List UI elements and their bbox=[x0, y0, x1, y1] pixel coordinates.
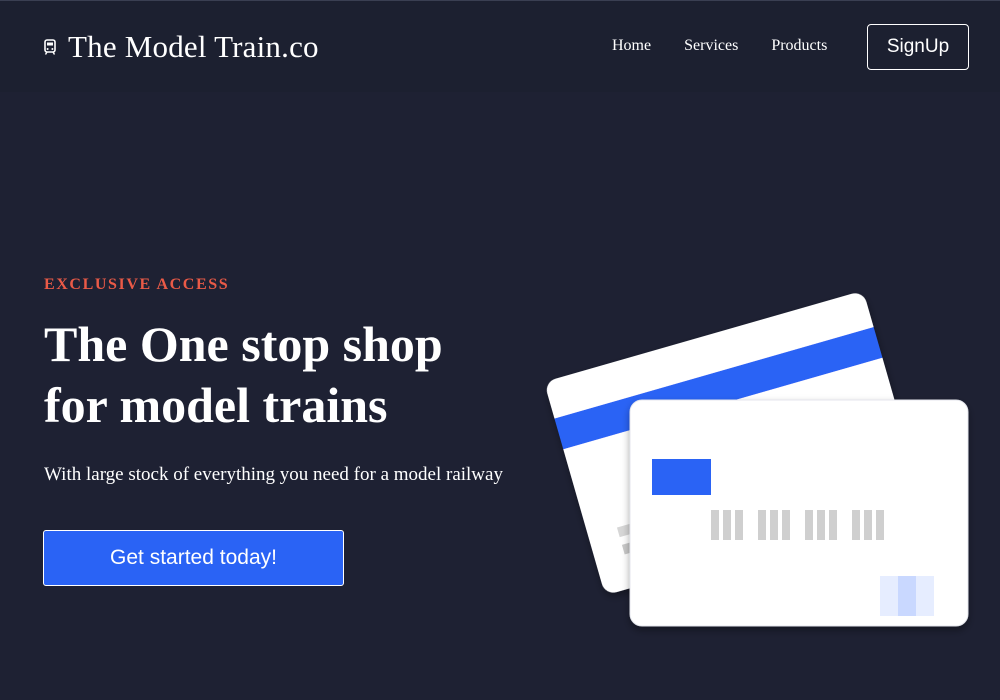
brand[interactable]: The Model Train.co bbox=[44, 29, 319, 65]
credit-cards-icon bbox=[546, 293, 969, 627]
top-navbar: The Model Train.co Home Services Product… bbox=[0, 0, 1000, 92]
hero-headline: The One stop shop for model trains bbox=[44, 316, 443, 433]
signup-button[interactable]: SignUp bbox=[867, 24, 969, 70]
nav-services-link[interactable]: Services bbox=[684, 37, 738, 55]
get-started-button[interactable]: Get started today! bbox=[43, 530, 344, 586]
nav-home-link[interactable]: Home bbox=[612, 37, 651, 55]
front-card bbox=[629, 399, 969, 627]
nav-products-link[interactable]: Products bbox=[771, 37, 827, 55]
train-icon bbox=[44, 39, 56, 55]
main-nav: Home Services Products bbox=[612, 37, 860, 55]
hero-subtext: With large stock of everything you need … bbox=[44, 464, 503, 485]
brand-name: The Model Train.co bbox=[68, 29, 319, 64]
hero-eyebrow: EXCLUSIVE ACCESS bbox=[44, 276, 230, 293]
